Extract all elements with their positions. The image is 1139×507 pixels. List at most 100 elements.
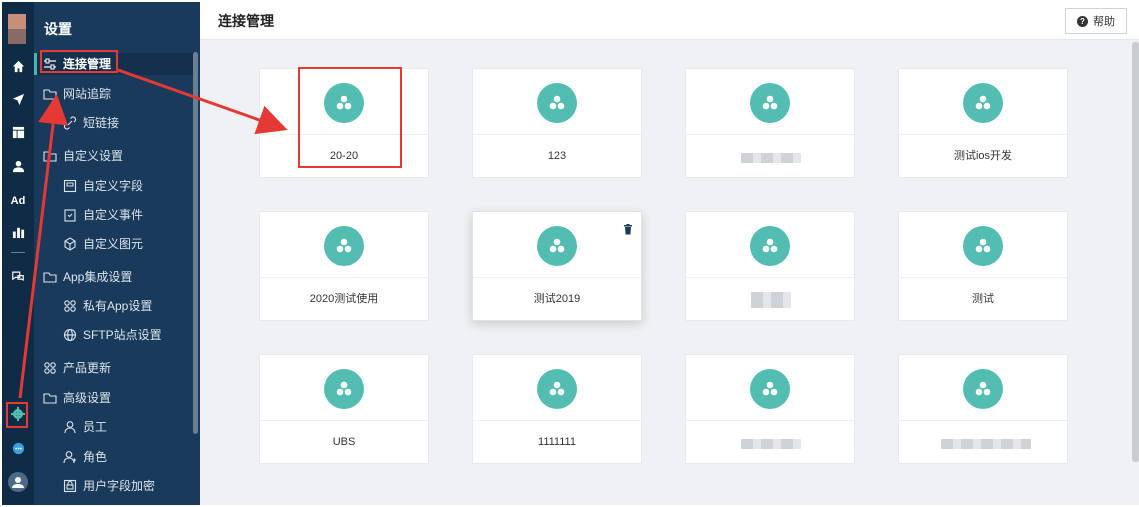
connection-icon: [537, 226, 577, 266]
connection-name: 测试: [972, 293, 994, 305]
user-avatar-icon[interactable]: [8, 472, 28, 492]
sidebar-item-label: 用户字段加密: [83, 479, 156, 493]
sidebar-item-short-link[interactable]: 短链接: [34, 112, 194, 134]
sidebar-item-app-integration[interactable]: App集成设置: [34, 266, 194, 288]
sidebar-item-label: 网站追踪: [63, 87, 112, 101]
connection-card[interactable]: 2020测试使用: [259, 211, 429, 321]
sidebar-item-staff[interactable]: 员工: [34, 416, 194, 438]
sidebar-item-label: 自定义字段: [83, 179, 144, 193]
message-icon[interactable]: [2, 442, 34, 455]
user-icon: [64, 421, 76, 434]
folder-icon: [43, 151, 57, 162]
globe-icon: [63, 328, 77, 342]
sidebar-item-label: 自定义图元: [83, 237, 144, 251]
sidebar-item-product-updates[interactable]: 产品更新: [34, 357, 194, 379]
sidebar-item-label: 产品更新: [63, 361, 112, 375]
sidebar-item-label: 自定义事件: [83, 208, 144, 222]
connection-name: UBS: [332, 436, 356, 448]
sidebar-scrollbar[interactable]: [193, 52, 198, 434]
person-icon[interactable]: [2, 160, 34, 173]
connection-icon: [537, 369, 577, 409]
role-icon: [63, 451, 76, 464]
sidebar-item-website-tracking[interactable]: 网站追踪: [34, 83, 194, 105]
sidebar-item-label: 私有App设置: [83, 299, 153, 313]
rail-divider: [11, 252, 25, 253]
table-icon[interactable]: [2, 126, 34, 139]
event-icon: [64, 209, 76, 222]
connection-card[interactable]: [685, 354, 855, 464]
help-button[interactable]: ? 帮助: [1065, 8, 1127, 34]
connection-name: 测试ios开发: [953, 150, 1013, 162]
connection-card[interactable]: 测试ios开发: [898, 68, 1068, 178]
folder-icon: [43, 89, 57, 100]
logo-icon: [8, 14, 26, 44]
main-scrollbar[interactable]: [1132, 42, 1139, 462]
connection-card[interactable]: 测试2019: [472, 211, 642, 321]
grid-icon: [44, 362, 56, 374]
connection-card[interactable]: [685, 68, 855, 178]
folder-icon: [43, 393, 57, 404]
sidebar-item-label: 角色: [83, 450, 108, 464]
top-bar: 连接管理 ? 帮助: [200, 2, 1139, 40]
icon-rail: Ad: [2, 2, 34, 505]
connection-card[interactable]: 123: [472, 68, 642, 178]
redacted-name: [741, 439, 801, 449]
connection-icon: [324, 369, 364, 409]
question-icon: ?: [1077, 15, 1088, 27]
bar-chart-icon[interactable]: [2, 226, 34, 239]
connection-icon: [963, 226, 1003, 266]
sidebar-item-label: 高级设置: [63, 391, 112, 405]
connection-card[interactable]: 测试: [898, 211, 1068, 321]
grid-icon: [64, 300, 76, 312]
connection-icon: [537, 83, 577, 123]
send-icon[interactable]: [2, 93, 34, 106]
home-icon[interactable]: [2, 60, 34, 73]
ad-icon[interactable]: Ad: [2, 193, 34, 209]
connection-icon: [963, 369, 1003, 409]
gear-annotation-box: [6, 402, 28, 428]
link-icon: [63, 116, 77, 130]
cube-icon: [64, 237, 76, 251]
sidebar-item-user-field-encryption[interactable]: 用户字段加密: [34, 475, 194, 497]
redacted-name: [751, 292, 791, 308]
sidebar-item-custom-settings[interactable]: 自定义设置: [34, 145, 194, 167]
field-icon: [63, 179, 77, 193]
sidebar-item-label: SFTP站点设置: [83, 328, 162, 342]
folder-icon: [43, 272, 57, 283]
connection-card[interactable]: [685, 211, 855, 321]
connection-card[interactable]: 1111111: [472, 354, 642, 464]
sidebar-item-custom-element[interactable]: 自定义图元: [34, 233, 194, 255]
connection-icon: [324, 226, 364, 266]
sidebar-item-custom-field[interactable]: 自定义字段: [34, 175, 194, 197]
sidebar-item-private-app[interactable]: 私有App设置: [34, 295, 194, 317]
encrypt-icon: [63, 479, 77, 493]
sidebar-item-sftp[interactable]: SFTP站点设置: [34, 324, 194, 346]
connection-icon: [750, 369, 790, 409]
connection-icon: [750, 83, 790, 123]
redacted-name: [941, 439, 1031, 449]
settings-sidebar: 设置 连接管理 网站追踪 短链接 自定义设置 自定义字段 自定义事件 自定义图元…: [34, 2, 200, 505]
connection-name: 123: [547, 150, 567, 162]
sidebar-annotation-box: [40, 50, 118, 73]
sidebar-item-role[interactable]: 角色: [34, 446, 194, 468]
sidebar-title: 设置: [44, 21, 72, 37]
help-label: 帮助: [1093, 16, 1115, 28]
connection-card[interactable]: UBS: [259, 354, 429, 464]
page-title: 连接管理: [218, 13, 274, 29]
connection-card[interactable]: [898, 354, 1068, 464]
connection-icon: [750, 226, 790, 266]
sidebar-item-label: 短链接: [83, 116, 120, 130]
sidebar-item-label: 自定义设置: [63, 149, 124, 163]
sidebar-item-label: App集成设置: [63, 270, 133, 284]
connection-name: 测试2019: [533, 293, 581, 305]
trash-icon[interactable]: [623, 224, 633, 235]
sidebar-item-label: 员工: [83, 420, 108, 434]
redacted-name: [741, 153, 801, 163]
card-annotation-box: [298, 67, 402, 168]
connection-icon: [963, 83, 1003, 123]
connection-name: 1111111: [538, 436, 576, 448]
connection-name: 2020测试使用: [309, 293, 379, 305]
chat-icon[interactable]: [2, 270, 34, 283]
sidebar-item-advanced-settings[interactable]: 高级设置: [34, 387, 194, 409]
sidebar-item-custom-event[interactable]: 自定义事件: [34, 204, 194, 226]
